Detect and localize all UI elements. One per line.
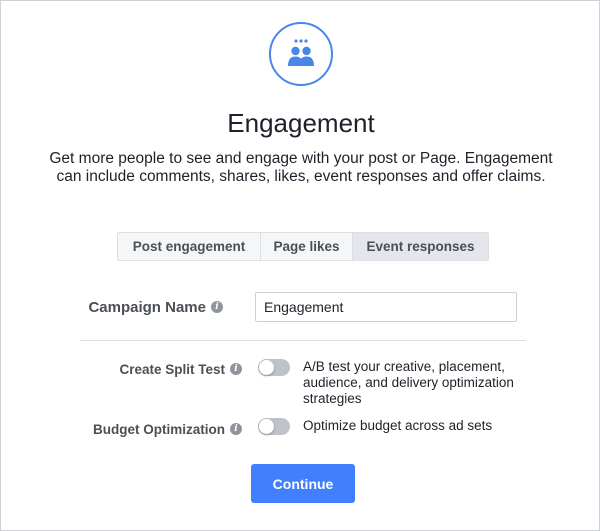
toggle-knob [259, 419, 274, 434]
engagement-icon-badge [269, 22, 333, 86]
objective-title: Engagement [227, 108, 375, 138]
split-test-toggle[interactable] [258, 359, 290, 376]
budget-optimization-toggle[interactable] [258, 418, 290, 435]
tab-event-responses[interactable]: Event responses [353, 233, 488, 260]
objective-description: Get more people to see and engage with y… [49, 150, 553, 185]
campaign-name-label: Campaign Name [88, 298, 206, 316]
info-icon[interactable]: i [211, 301, 223, 313]
split-test-description: A/B test your creative, placement, audie… [303, 359, 514, 406]
engagement-type-tabs: Post engagement Page likes Event respons… [117, 232, 489, 261]
budget-optimization-description: Optimize budget across ad sets [303, 418, 493, 433]
split-test-row-label: Create Split Test i [41, 360, 242, 378]
tab-post-engagement[interactable]: Post engagement [118, 233, 261, 260]
budget-optimization-label: Budget Optimization [93, 421, 225, 437]
people-icon [288, 39, 314, 66]
toggle-knob [259, 360, 274, 375]
tab-page-likes[interactable]: Page likes [261, 233, 353, 260]
split-test-label: Create Split Test [119, 361, 225, 377]
campaign-name-input[interactable] [255, 292, 517, 322]
info-icon[interactable]: i [230, 363, 242, 375]
campaign-objective-dialog: Engagement Get more people to see and en… [0, 0, 600, 531]
continue-button[interactable]: Continue [251, 464, 355, 503]
campaign-name-row-label: Campaign Name i [41, 297, 223, 317]
info-icon[interactable]: i [230, 423, 242, 435]
section-divider [80, 340, 526, 341]
budget-optimization-row-label: Budget Optimization i [41, 420, 242, 438]
